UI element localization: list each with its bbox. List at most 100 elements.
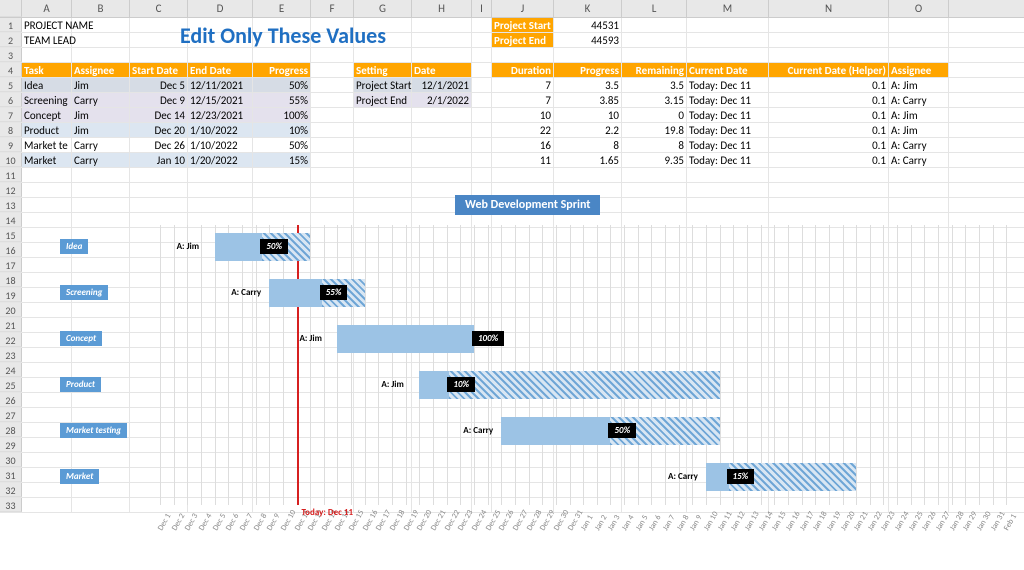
assignee2[interactable]: A: Jim <box>889 78 949 92</box>
cell[interactable] <box>253 48 311 62</box>
cell[interactable] <box>622 33 687 47</box>
cell[interactable] <box>72 18 130 32</box>
prog[interactable]: 3.5 <box>554 78 622 92</box>
col-header-H[interactable]: H <box>412 0 472 17</box>
task[interactable]: Market te <box>22 138 72 152</box>
row-header-25[interactable]: 25 <box>0 378 22 392</box>
proj-start-label[interactable]: Project Start <box>492 18 554 32</box>
cell[interactable] <box>412 168 472 182</box>
cell[interactable] <box>412 153 472 167</box>
cell[interactable] <box>889 168 949 182</box>
cell[interactable] <box>889 183 949 197</box>
col-header-K[interactable]: K <box>554 0 622 17</box>
row-header-20[interactable]: 20 <box>0 303 22 317</box>
progress[interactable]: 15% <box>253 153 311 167</box>
task[interactable]: Concept <box>22 108 72 122</box>
hdr-duration[interactable]: Duration <box>492 63 554 77</box>
row-header-1[interactable]: 1 <box>0 18 22 32</box>
row-header-8[interactable]: 8 <box>0 123 22 137</box>
end[interactable]: 1/20/2022 <box>188 153 253 167</box>
row-header-14[interactable]: 14 <box>0 213 22 227</box>
hdr-assignee2[interactable]: Assignee <box>889 63 949 77</box>
cell[interactable] <box>492 168 554 182</box>
col-header-J[interactable]: J <box>492 0 554 17</box>
row-header-24[interactable]: 24 <box>0 363 22 377</box>
cell[interactable] <box>22 183 72 197</box>
rem[interactable]: 3.5 <box>622 78 687 92</box>
prog[interactable]: 1.65 <box>554 153 622 167</box>
cell[interactable] <box>72 168 130 182</box>
cell[interactable] <box>622 48 687 62</box>
end[interactable]: 1/10/2022 <box>188 138 253 152</box>
cell[interactable] <box>354 153 412 167</box>
col-header-M[interactable]: M <box>687 0 769 17</box>
proj-end-label[interactable]: Project End <box>492 33 554 47</box>
cell[interactable] <box>769 198 889 212</box>
row-header-10[interactable]: 10 <box>0 153 22 167</box>
row-header-30[interactable]: 30 <box>0 453 22 467</box>
assignee[interactable]: Jim <box>72 108 130 122</box>
rem[interactable]: 0 <box>622 108 687 122</box>
task[interactable]: Screening <box>22 93 72 107</box>
start[interactable]: Dec 5 <box>130 78 188 92</box>
hdr-curdate-helper[interactable]: Current Date (Helper) <box>769 63 889 77</box>
duration[interactable]: 22 <box>492 123 554 137</box>
cell[interactable] <box>622 198 687 212</box>
hdr-progress2[interactable]: Progress <box>554 63 622 77</box>
row-header-11[interactable]: 11 <box>0 168 22 182</box>
col-header-C[interactable]: C <box>130 0 188 17</box>
task[interactable]: Idea <box>22 78 72 92</box>
cell[interactable] <box>188 183 253 197</box>
cell[interactable] <box>472 153 492 167</box>
progress[interactable]: 50% <box>253 138 311 152</box>
cell[interactable] <box>188 198 253 212</box>
rem[interactable]: 3.15 <box>622 93 687 107</box>
curdate[interactable]: Today: Dec 11 <box>687 153 769 167</box>
col-header-F[interactable]: F <box>311 0 354 17</box>
row-header-19[interactable]: 19 <box>0 288 22 302</box>
cell[interactable] <box>889 33 949 47</box>
assignee[interactable]: Carry <box>72 138 130 152</box>
cell[interactable] <box>622 183 687 197</box>
cell[interactable] <box>311 123 354 137</box>
task[interactable]: Product <box>22 123 72 137</box>
cell[interactable] <box>622 18 687 32</box>
end[interactable]: 12/15/2021 <box>188 93 253 107</box>
col-header-D[interactable]: D <box>188 0 253 17</box>
start[interactable]: Dec 9 <box>130 93 188 107</box>
curdate-helper[interactable]: 0.1 <box>769 93 889 107</box>
cell[interactable] <box>311 48 354 62</box>
assignee2[interactable]: A: Carry <box>889 138 949 152</box>
col-header-G[interactable]: G <box>354 0 412 17</box>
cell[interactable] <box>472 138 492 152</box>
cell[interactable] <box>492 48 554 62</box>
row-header-4[interactable]: 4 <box>0 63 22 77</box>
row-header-33[interactable]: 33 <box>0 498 22 512</box>
cell[interactable] <box>130 48 188 62</box>
prog[interactable]: 8 <box>554 138 622 152</box>
curdate[interactable]: Today: Dec 11 <box>687 108 769 122</box>
row-header-13[interactable]: 13 <box>0 198 22 212</box>
duration[interactable]: 10 <box>492 108 554 122</box>
task[interactable]: Market <box>22 153 72 167</box>
cell[interactable] <box>554 168 622 182</box>
curdate[interactable]: Today: Dec 11 <box>687 123 769 137</box>
row-header-15[interactable]: 15 <box>0 228 22 242</box>
cell[interactable] <box>354 123 412 137</box>
cell[interactable] <box>130 168 188 182</box>
cell[interactable] <box>687 48 769 62</box>
cell[interactable] <box>472 168 492 182</box>
hdr-remaining[interactable]: Remaining <box>622 63 687 77</box>
row-header-9[interactable]: 9 <box>0 138 22 152</box>
prog[interactable]: 10 <box>554 108 622 122</box>
cell[interactable] <box>412 33 472 47</box>
row-header-16[interactable]: 16 <box>0 243 22 257</box>
hdr-curdate[interactable]: Current Date <box>687 63 769 77</box>
start[interactable]: Dec 14 <box>130 108 188 122</box>
cell[interactable] <box>354 138 412 152</box>
cell[interactable] <box>72 183 130 197</box>
row-header-27[interactable]: 27 <box>0 408 22 422</box>
cell[interactable] <box>472 48 492 62</box>
cell[interactable] <box>769 48 889 62</box>
cell[interactable] <box>72 33 130 47</box>
